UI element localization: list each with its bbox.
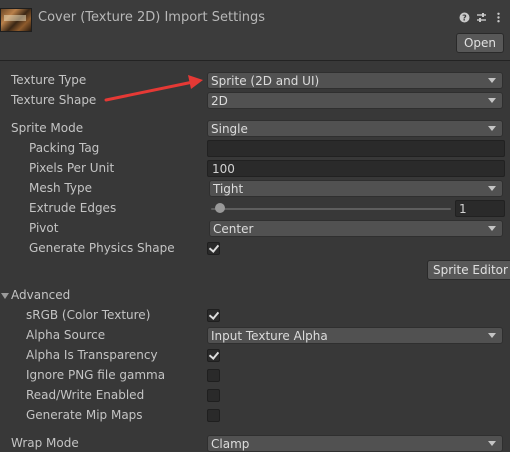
- packing-tag-label: Packing Tag: [29, 141, 100, 155]
- row-pivot: Pivot Center: [0, 219, 510, 239]
- pivot-dropdown[interactable]: Center: [209, 220, 503, 237]
- row-pixels-per-unit: Pixels Per Unit 100: [0, 159, 510, 179]
- texture-type-value: Sprite (2D and UI): [211, 74, 320, 88]
- pivot-value: Center: [213, 222, 254, 236]
- row-read-write-enabled: Read/Write Enabled: [0, 386, 510, 406]
- chevron-down-icon: [488, 78, 496, 83]
- row-packing-tag: Packing Tag: [0, 139, 510, 159]
- advanced-label: Advanced: [11, 288, 71, 302]
- foldout-arrow-icon: [1, 293, 9, 299]
- chevron-down-icon: [488, 441, 496, 446]
- row-alpha-is-transparency: Alpha Is Transparency: [0, 346, 510, 366]
- generate-physics-shape-checkbox[interactable]: [207, 242, 220, 255]
- help-icon[interactable]: ?: [459, 12, 470, 23]
- row-alpha-source: Alpha Source Input Texture Alpha: [0, 326, 510, 346]
- wrap-mode-label: Wrap Mode: [11, 436, 79, 450]
- wrap-mode-dropdown[interactable]: Clamp: [207, 435, 503, 452]
- svg-text:?: ?: [462, 14, 467, 23]
- sprite-mode-label: Sprite Mode: [11, 121, 84, 135]
- alpha-source-label: Alpha Source: [26, 328, 106, 342]
- pixels-per-unit-value: 100: [212, 162, 235, 176]
- row-generate-mip-maps: Generate Mip Maps: [0, 406, 510, 426]
- extrude-edges-label: Extrude Edges: [29, 201, 117, 215]
- row-mesh-type: Mesh Type Tight: [0, 179, 510, 199]
- row-srgb: sRGB (Color Texture): [0, 306, 510, 326]
- sprite-editor-button[interactable]: Sprite Editor: [427, 260, 510, 280]
- open-button[interactable]: Open: [455, 33, 504, 53]
- alpha-is-transparency-checkbox[interactable]: [207, 349, 220, 362]
- chevron-down-icon: [488, 226, 496, 231]
- chevron-down-icon: [488, 126, 496, 131]
- presets-icon[interactable]: [476, 12, 487, 23]
- packing-tag-input[interactable]: [207, 140, 505, 157]
- generate-mip-maps-label: Generate Mip Maps: [26, 408, 143, 422]
- read-write-enabled-checkbox[interactable]: [207, 389, 220, 402]
- read-write-enabled-label: Read/Write Enabled: [26, 388, 145, 402]
- texture-type-label: Texture Type: [11, 73, 87, 87]
- header-icons: ?: [459, 12, 504, 23]
- chevron-down-icon: [488, 98, 496, 103]
- extrude-edges-slider-track[interactable]: [211, 208, 451, 210]
- row-sprite-mode: Sprite Mode Single: [0, 119, 510, 139]
- extrude-edges-value: 1: [459, 202, 467, 216]
- inspector-title: Cover (Texture 2D) Import Settings: [38, 10, 266, 25]
- inspector-header: Cover (Texture 2D) Import Settings ? Ope…: [0, 0, 510, 61]
- row-extrude-edges: Extrude Edges 1: [0, 199, 510, 219]
- advanced-foldout[interactable]: Advanced: [0, 286, 510, 306]
- wrap-mode-value: Clamp: [211, 437, 250, 451]
- row-ignore-png-gamma: Ignore PNG file gamma: [0, 366, 510, 386]
- texture-shape-label: Texture Shape: [11, 93, 97, 107]
- pixels-per-unit-label: Pixels Per Unit: [29, 161, 115, 175]
- generate-physics-shape-label: Generate Physics Shape: [29, 241, 175, 255]
- more-icon[interactable]: [493, 12, 504, 23]
- mesh-type-value: Tight: [213, 182, 244, 196]
- texture-shape-dropdown[interactable]: 2D: [207, 92, 503, 109]
- extrude-edges-input[interactable]: 1: [455, 200, 505, 217]
- mesh-type-dropdown[interactable]: Tight: [209, 180, 503, 197]
- sprite-mode-dropdown[interactable]: Single: [207, 120, 503, 137]
- chevron-down-icon: [488, 333, 496, 338]
- row-texture-shape: Texture Shape 2D: [0, 91, 510, 111]
- texture-type-dropdown[interactable]: Sprite (2D and UI): [207, 72, 503, 89]
- extrude-edges-slider-thumb[interactable]: [215, 203, 225, 213]
- chevron-down-icon: [488, 186, 496, 191]
- pixels-per-unit-input[interactable]: 100: [207, 160, 505, 177]
- texture-shape-value: 2D: [211, 94, 228, 108]
- srgb-checkbox[interactable]: [207, 309, 220, 322]
- generate-mip-maps-checkbox[interactable]: [207, 409, 220, 422]
- row-generate-physics-shape: Generate Physics Shape: [0, 239, 510, 259]
- row-wrap-mode: Wrap Mode Clamp: [0, 434, 510, 452]
- row-texture-type: Texture Type Sprite (2D and UI): [0, 71, 510, 91]
- ignore-png-gamma-checkbox[interactable]: [207, 369, 220, 382]
- texture-thumbnail: [0, 8, 32, 32]
- alpha-source-dropdown[interactable]: Input Texture Alpha: [207, 327, 503, 344]
- mesh-type-label: Mesh Type: [29, 181, 92, 195]
- ignore-png-gamma-label: Ignore PNG file gamma: [26, 368, 166, 382]
- alpha-source-value: Input Texture Alpha: [211, 329, 328, 343]
- import-settings-inspector: Cover (Texture 2D) Import Settings ? Ope…: [0, 0, 510, 452]
- pivot-label: Pivot: [29, 221, 59, 235]
- sprite-mode-value: Single: [211, 122, 248, 136]
- alpha-is-transparency-label: Alpha Is Transparency: [26, 348, 158, 362]
- srgb-label: sRGB (Color Texture): [26, 308, 151, 322]
